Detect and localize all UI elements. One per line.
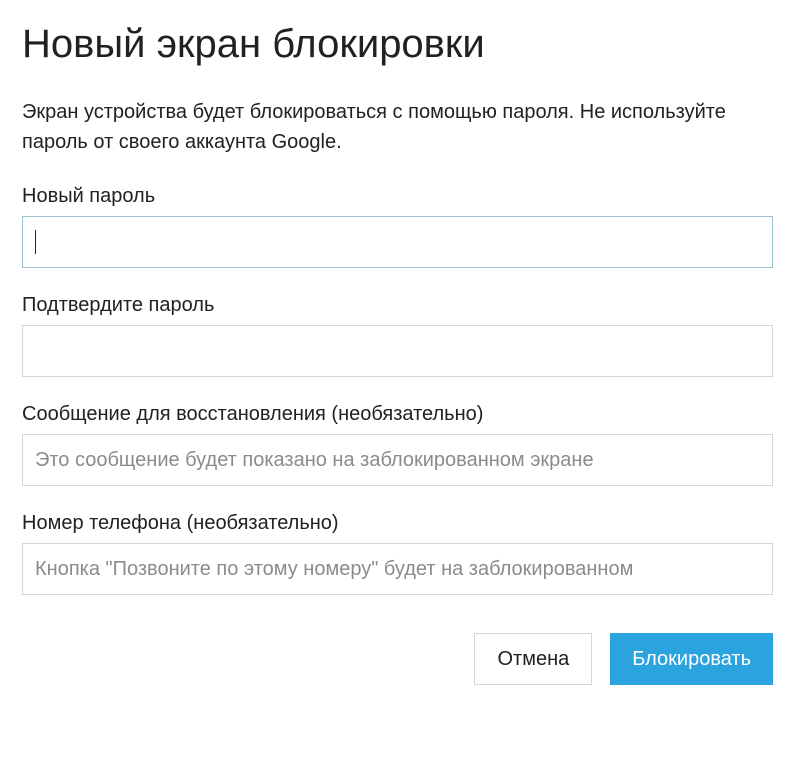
confirm-password-input[interactable] — [22, 325, 773, 377]
phone-number-input[interactable] — [22, 543, 773, 595]
new-password-label: Новый пароль — [22, 185, 773, 208]
phone-number-group: Номер телефона (необязательно) — [22, 512, 773, 595]
recovery-message-group: Сообщение для восстановления (необязател… — [22, 403, 773, 486]
button-row: Отмена Блокировать — [22, 633, 773, 685]
recovery-message-input[interactable] — [22, 434, 773, 486]
recovery-message-label: Сообщение для восстановления (необязател… — [22, 403, 773, 426]
page-title: Новый экран блокировки — [22, 22, 773, 67]
cancel-button[interactable]: Отмена — [474, 633, 592, 685]
new-password-group: Новый пароль — [22, 185, 773, 268]
lock-button[interactable]: Блокировать — [610, 633, 773, 685]
new-password-input[interactable] — [22, 216, 773, 268]
confirm-password-label: Подтвердите пароль — [22, 294, 773, 317]
description-text: Экран устройства будет блокироваться с п… — [22, 97, 773, 157]
confirm-password-group: Подтвердите пароль — [22, 294, 773, 377]
phone-number-label: Номер телефона (необязательно) — [22, 512, 773, 535]
text-cursor — [35, 230, 36, 254]
